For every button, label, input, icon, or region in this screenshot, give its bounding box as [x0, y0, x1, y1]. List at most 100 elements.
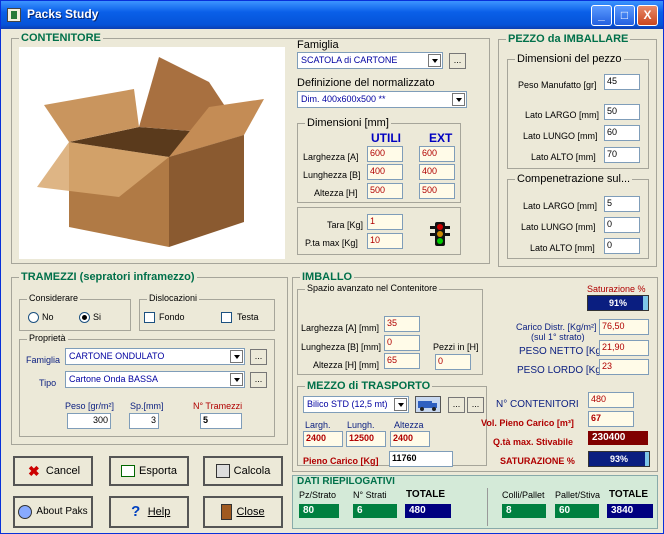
lungh-input[interactable]: 12500	[346, 431, 386, 447]
riepilogo-legend: DATI RIEPILOGATIVI	[297, 476, 395, 487]
mezzo-legend: MEZZO di TRASPORTO	[305, 380, 433, 392]
chevron-down-icon[interactable]	[394, 398, 407, 411]
spazio-legend: Spazio avanzato nel Contenitore	[305, 283, 440, 293]
door-icon	[221, 504, 233, 521]
comp-lato-largo-input[interactable]: 5	[604, 196, 640, 212]
vol-pieno-input[interactable]: 67	[588, 411, 634, 427]
tram-sp-input[interactable]: 3	[129, 413, 159, 429]
largh-input[interactable]: 2400	[303, 431, 343, 447]
about-button[interactable]: About Paks	[13, 496, 93, 528]
saturazione-mezzo-bar-remainder	[645, 452, 649, 466]
comp-lato-lungo-input[interactable]: 0	[604, 217, 640, 233]
carico-input[interactable]: 76,50	[599, 319, 649, 335]
peso-netto-input[interactable]: 21,90	[599, 340, 649, 356]
tram-famiglia-select[interactable]: CARTONE ONDULATO	[65, 348, 245, 365]
calcola-button[interactable]: Calcola	[203, 456, 283, 486]
cancel-label: Cancel	[45, 465, 81, 478]
tara-label: Tara [Kg]	[327, 220, 364, 230]
saturazione-mezzo-value: 93%	[609, 454, 628, 464]
ext-lunghezza-input[interactable]: 400	[419, 164, 455, 180]
mezzo-altezza-input[interactable]: 2400	[390, 431, 430, 447]
lato-lungo-input[interactable]: 60	[604, 125, 640, 141]
peso-manufatto-input[interactable]: 45	[604, 74, 640, 90]
dislocazioni-legend: Dislocazioni	[147, 293, 200, 303]
lato-alto-label: Lato ALTO [mm]	[531, 152, 596, 162]
utili-lunghezza-input[interactable]: 400	[367, 164, 403, 180]
calcola-label: Calcola	[233, 465, 271, 478]
tram-tipo-more-button[interactable]: ...	[250, 372, 267, 388]
dimensioni-legend: Dimensioni [mm]	[305, 117, 391, 129]
sp-lunghezza-input[interactable]: 0	[384, 335, 420, 351]
close-button[interactable]: Close	[203, 496, 283, 528]
tram-peso-input[interactable]: 300	[67, 413, 111, 429]
utili-altezza-input[interactable]: 500	[367, 183, 403, 199]
dimensioni-pezzo-legend: Dimensioni del pezzo	[515, 53, 624, 65]
definizione-label: Definizione del normalizzato	[297, 77, 435, 89]
chevron-down-icon[interactable]	[452, 93, 465, 106]
pezzi-input[interactable]: 0	[435, 354, 471, 370]
cancel-button[interactable]: ✖ Cancel	[13, 456, 93, 486]
sp-lunghezza-label: Lunghezza [B] [mm]	[301, 342, 382, 352]
ptamax-label: P.ta max [Kg]	[305, 238, 358, 248]
chevron-down-icon[interactable]	[230, 373, 243, 386]
larghezza-label: Larghezza [A]	[303, 152, 359, 162]
saturazione-value: 91%	[608, 298, 627, 308]
famiglia-label: Famiglia	[297, 39, 339, 51]
lato-alto-input[interactable]: 70	[604, 147, 640, 163]
utili-larghezza-input[interactable]: 600	[367, 146, 403, 162]
definizione-select[interactable]: Dim. 400x600x500 **	[297, 91, 467, 108]
n-contenitori-label: N° CONTENITORI	[496, 399, 579, 410]
tram-tipo-label: Tipo	[39, 378, 57, 388]
ext-larghezza-input[interactable]: 600	[419, 146, 455, 162]
maximize-button[interactable]: □	[614, 5, 635, 26]
tram-tipo-select[interactable]: Cartone Onda BASSA	[65, 371, 245, 388]
mezzo-select[interactable]: Bilico STD (12,5 mt)	[303, 396, 409, 413]
chevron-down-icon[interactable]	[230, 350, 243, 363]
tara-input[interactable]: 1	[367, 214, 403, 230]
help-button[interactable]: ? Help	[109, 496, 189, 528]
truck-icon[interactable]	[415, 396, 441, 413]
title-bar[interactable]: Packs Study _ □ X	[1, 1, 663, 29]
sp-larghezza-input[interactable]: 35	[384, 316, 420, 332]
window-title: Packs Study	[27, 7, 99, 21]
colli-pallet-value: 8	[502, 504, 546, 518]
testa-checkbox[interactable]	[221, 312, 232, 323]
totale-label: TOTALE	[406, 489, 446, 500]
pallet-stiva-label: Pallet/Stiva	[555, 490, 601, 500]
pezzi-label: Pezzi in [H]	[433, 342, 479, 352]
comp-lato-alto-input[interactable]: 0	[604, 238, 640, 254]
pallet-stiva-value: 60	[555, 504, 599, 518]
mezzo-select-value: Bilico STD (12,5 mt)	[307, 399, 388, 409]
mezzo-more-button-1[interactable]: ...	[448, 397, 465, 413]
lato-largo-input[interactable]: 50	[604, 104, 640, 120]
pieno-carico-input[interactable]: 11760	[389, 451, 453, 467]
ptamax-input[interactable]: 10	[367, 233, 403, 249]
about-label: About Paks	[36, 506, 88, 517]
mezzo-more-button-2[interactable]: ...	[467, 397, 484, 413]
n-strati-value: 6	[353, 504, 397, 518]
considerare-no-radio[interactable]	[28, 312, 39, 323]
tram-famiglia-label: Famiglia	[26, 355, 61, 365]
tram-famiglia-more-button[interactable]: ...	[250, 349, 267, 365]
peso-lordo-input[interactable]: 23	[599, 359, 649, 375]
chevron-down-icon[interactable]	[428, 54, 441, 67]
close-window-button[interactable]: X	[637, 5, 658, 26]
colli-pallet-label: Colli/Pallet	[502, 490, 545, 500]
fondo-checkbox[interactable]	[144, 312, 155, 323]
minimize-button[interactable]: _	[591, 5, 612, 26]
tram-famiglia-value: CARTONE ONDULATO	[69, 351, 165, 361]
comp-lato-largo-label: Lato LARGO [mm]	[523, 201, 598, 211]
saturazione-mezzo-label: SATURAZIONE %	[500, 456, 575, 466]
sp-altezza-input[interactable]: 65	[384, 353, 420, 369]
considerare-si-radio[interactable]	[79, 312, 90, 323]
comp-lato-alto-label: Lato ALTO [mm]	[530, 243, 595, 253]
famiglia-select[interactable]: SCATOLA di CARTONE	[297, 52, 443, 69]
n-contenitori-input[interactable]: 480	[588, 392, 634, 408]
esporta-button[interactable]: Esporta	[109, 456, 189, 486]
compenetrazione-legend: Compenetrazione sul...	[515, 173, 633, 185]
ext-altezza-input[interactable]: 500	[419, 183, 455, 199]
tram-n-input[interactable]: 5	[200, 413, 242, 429]
vol-pieno-label: Vol. Pieno Carico [m³]	[481, 418, 574, 428]
carico-sub-label: (sul 1° strato)	[531, 332, 585, 342]
famiglia-more-button[interactable]: ...	[449, 53, 466, 69]
